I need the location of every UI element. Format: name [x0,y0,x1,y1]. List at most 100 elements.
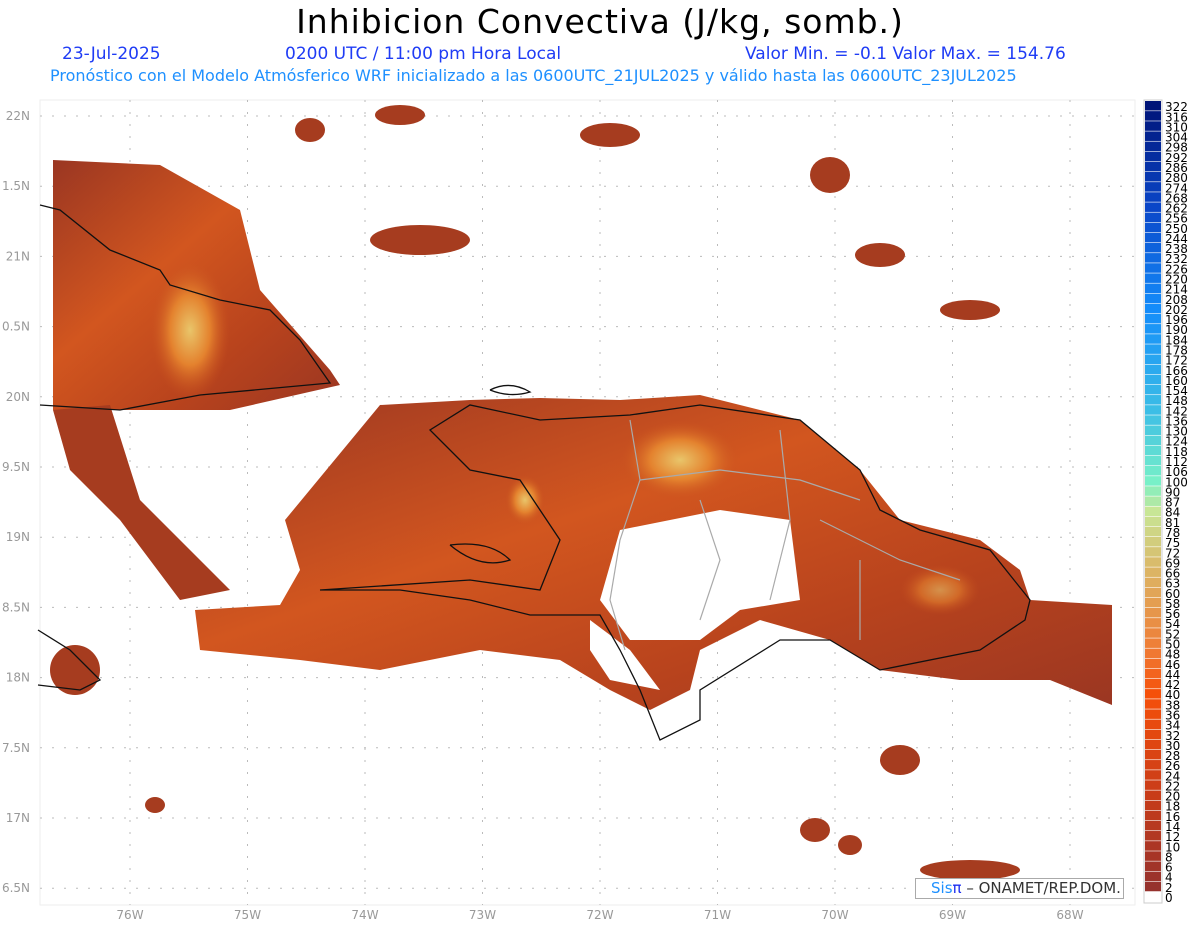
colorbar-swatch [1145,141,1161,152]
colorbar-swatch [1145,273,1161,283]
colorbar-swatch [1145,851,1161,861]
colorbar-swatch [1145,192,1161,202]
colorbar-swatch [1145,831,1161,841]
colorbar-swatch [1145,516,1161,527]
lon-label: 76W [116,908,143,922]
colorbar-swatch [1145,749,1161,760]
colorbar-swatch [1145,313,1161,324]
colorbar-swatch [1145,597,1161,608]
credit-org: – ONAMET/REP.DOM. [961,879,1121,897]
lon-label: 71W [704,908,731,922]
colorbar-swatch [1145,506,1161,517]
lat-label: 7.5N [2,741,30,755]
colorbar-swatch [1145,101,1161,111]
colorbar-swatch [1145,171,1161,182]
lat-label: 17N [6,811,30,825]
colorbar-swatch [1145,131,1161,141]
colorbar-swatch [1145,364,1161,375]
colorbar-swatch [1145,405,1161,415]
colorbar-swatch [1145,121,1161,131]
colorbar-swatch [1145,607,1161,618]
credit-sis: Sis [931,879,953,897]
colorbar-swatch [1145,658,1161,669]
colorbar-swatch [1145,111,1161,121]
min-max-values: Valor Min. = -0.1 Valor Max. = 154.76 [745,44,1066,64]
lat-label: 9.5N [2,460,30,474]
colorbar-swatch [1145,628,1161,638]
colorbar-swatch [1145,780,1161,790]
colorbar-swatch [1145,496,1161,506]
colorbar-swatch [1145,334,1161,344]
lat-label: 1.5N [2,179,30,193]
colorbar-swatch [1145,253,1161,263]
credit-pi: π [952,879,962,897]
lat-label: 21N [6,249,30,263]
colorbar-swatch [1145,344,1161,354]
lon-label: 74W [351,908,378,922]
colorbar: 3223163103042982922862802742682622562502… [1143,99,1188,905]
colorbar-swatch [1145,719,1161,730]
colorbar-swatch [1145,425,1161,435]
colorbar-swatch [1145,689,1161,699]
colorbar-swatch [1145,182,1161,192]
lat-label: 0.5N [2,320,30,334]
colorbar-swatch [1145,587,1161,598]
colorbar-swatch [1145,648,1161,659]
colorbar-swatch [1145,283,1161,294]
colorbar-swatch [1145,729,1161,740]
colorbar-swatch [1145,820,1161,831]
colorbar-swatch [1145,445,1161,456]
colorbar-swatch [1145,739,1161,750]
colorbar-swatch [1145,415,1161,425]
colorbar-swatch [1145,486,1161,496]
colorbar-swatch [1145,536,1161,547]
colorbar-label: 0 [1165,891,1173,905]
colorbar-swatch [1145,466,1161,476]
colorbar-swatch [1145,800,1161,811]
colorbar-swatch [1145,790,1161,801]
lon-label: 69W [939,908,966,922]
colorbar-swatch [1145,202,1161,212]
lat-label: 6.5N [2,881,30,895]
colorbar-swatch [1145,526,1161,537]
colorbar-swatch [1145,891,1161,902]
forecast-date: 23-Jul-2025 [62,44,161,64]
map-title: Inhibicion Convectiva (J/kg, somb.) [296,2,904,41]
colorbar-swatch [1145,618,1161,628]
colorbar-swatch [1145,547,1161,557]
colorbar-swatch [1145,293,1161,304]
colorbar-swatch [1145,374,1161,385]
lat-label: 19N [6,530,30,544]
colorbar-swatch [1145,303,1161,314]
colorbar-swatch [1145,770,1161,780]
colorbar-swatch [1145,841,1161,851]
colorbar-swatch [1145,212,1161,223]
map-plot: 22N 1.5N 21N 0.5N 20N 9.5N 19N 8.5N 18N 7.5N 17N 6.… [2,99,1188,922]
colorbar-swatch [1145,435,1161,446]
lat-label: 22N [6,109,30,123]
colorbar-swatch [1145,638,1161,648]
colorbar-swatch [1145,709,1161,719]
colorbar-swatch [1145,678,1161,689]
colorbar-swatch [1145,263,1161,273]
colorbar-swatch [1145,699,1161,709]
lon-label: 75W [234,908,261,922]
lon-label: 70W [821,908,848,922]
colorbar-swatch [1145,242,1161,253]
colorbar-swatch [1145,567,1161,577]
forecast-time: 0200 UTC / 11:00 pm Hora Local [285,44,562,64]
lon-label: 73W [469,908,496,922]
lon-label: 68W [1056,908,1083,922]
colorbar-swatch [1145,354,1161,365]
credit-box: Sisπ – ONAMET/REP.DOM. [915,878,1124,899]
colorbar-swatch [1145,810,1161,821]
model-description: Pronóstico con el Modelo Atmósferico WRF… [50,66,1017,85]
colorbar-swatch [1145,881,1161,892]
colorbar-swatch [1145,222,1161,233]
colorbar-swatch [1145,577,1161,588]
colorbar-swatch [1145,668,1161,679]
colorbar-swatch [1145,557,1161,567]
lon-label: 72W [586,908,613,922]
lat-label: 20N [6,390,30,404]
colorbar-swatch [1145,861,1161,871]
